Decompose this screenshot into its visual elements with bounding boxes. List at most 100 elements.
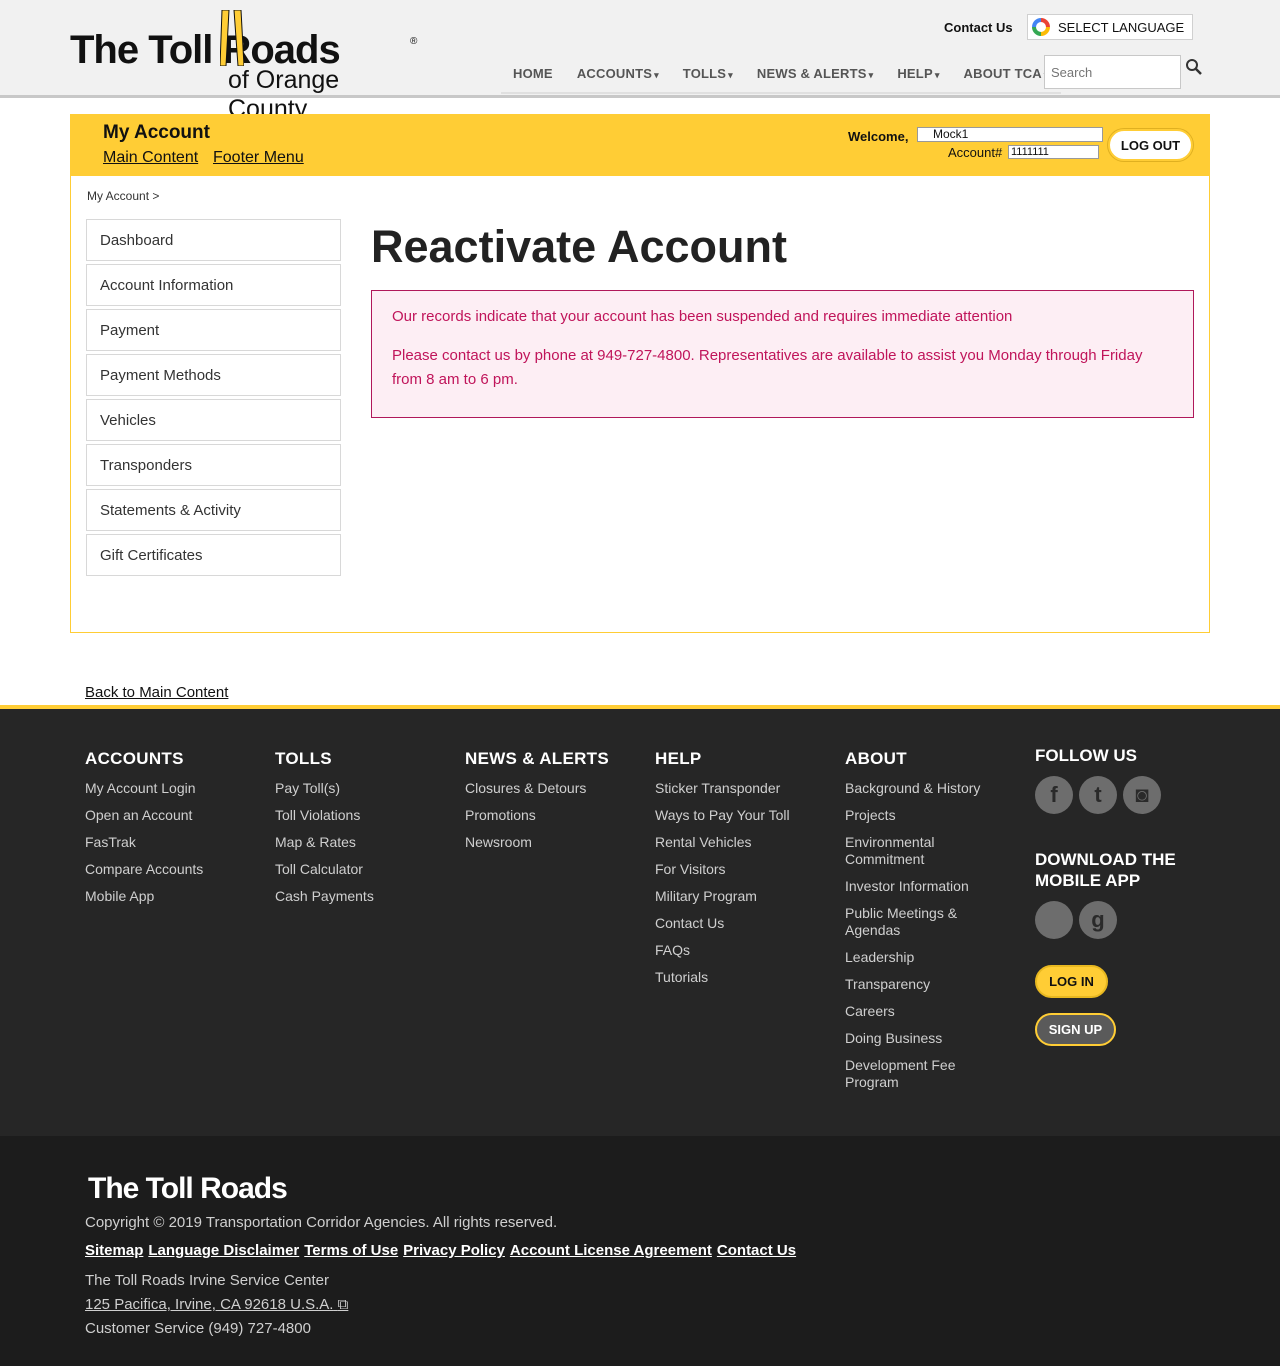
footer-link[interactable]: Military Program [655,888,825,905]
account-panel: My Account Main Content Footer Menu Welc… [70,114,1210,633]
footer-login-button[interactable]: LOG IN [1035,965,1108,998]
sidebar-item-statements-activity[interactable]: Statements & Activity [86,489,341,531]
footer-follow-section: FOLLOW US f t ◙ DOWNLOAD THE MOBILE APP … [1035,745,1235,1046]
footer-signup-button[interactable]: SIGN UP [1035,1013,1116,1046]
account-number-field: 1111111 [1008,145,1099,159]
sitemap-link[interactable]: Sitemap [85,1242,143,1259]
site-logo[interactable]: The Toll Roads ® of Orange County [70,10,420,123]
footer-link[interactable]: FasTrak [85,834,255,851]
nav-help[interactable]: HELP ▾ [885,58,951,92]
footer-link[interactable]: Projects [845,807,1005,824]
privacy-policy-link[interactable]: Privacy Policy [403,1242,505,1259]
back-to-main-content-link[interactable]: Back to Main Content [85,684,228,701]
footer-link[interactable]: Background & History [845,780,1005,797]
footer-link[interactable]: For Visitors [655,861,825,878]
facebook-icon[interactable]: f [1035,776,1073,814]
caret-down-icon: ▾ [728,70,733,80]
search-icon [1186,59,1202,75]
footer-link[interactable]: Closures & Detours [465,780,635,797]
twitter-icon[interactable]: t [1079,776,1117,814]
nav-accounts[interactable]: ACCOUNTS ▾ [565,58,671,92]
footer-link[interactable]: Contact Us [655,915,825,932]
instagram-icon[interactable]: ◙ [1123,776,1161,814]
footer-link[interactable]: Rental Vehicles [655,834,825,851]
footer-link[interactable]: Leadership [845,949,1005,966]
footer-link[interactable]: Doing Business [845,1030,1005,1047]
footer-link[interactable]: Sticker Transponder [655,780,825,797]
breadcrumb[interactable]: My Account > [87,189,159,203]
header-contact-link[interactable]: Contact Us [944,20,1013,35]
footer-link[interactable]: Toll Violations [275,807,445,824]
footer-logo[interactable]: The Toll Roads [88,1158,368,1205]
account-number-label: Account# [948,145,1003,160]
footer-link[interactable]: Open an Account [85,807,255,824]
footer-col-tolls: TOLLS Pay Toll(s) Toll Violations Map & … [275,749,445,915]
footer-link[interactable]: Environmental Commitment [845,834,1005,868]
account-sidebar: Dashboard Account Information Payment Pa… [86,219,341,579]
nav-news-alerts[interactable]: NEWS & ALERTS ▾ [745,58,885,92]
caret-down-icon: ▾ [934,70,940,80]
sidebar-item-payment-methods[interactable]: Payment Methods [86,354,341,396]
main-nav: HOME ACCOUNTS ▾ TOLLS ▾ NEWS & ALERTS ▾ HEL… [501,58,1061,94]
footer-link[interactable]: Cash Payments [275,888,445,905]
footer-link[interactable]: Newsroom [465,834,635,851]
footer-logo-brand: The Toll Roads [88,1172,288,1205]
footer-link[interactable]: Mobile App [85,888,255,905]
sidebar-item-account-information[interactable]: Account Information [86,264,341,306]
google-icon [1032,18,1050,36]
footer-link[interactable]: FAQs [655,942,825,959]
logo-road-stripes-icon [220,10,244,66]
service-center-address-link[interactable]: 125 Pacifica, Irvine, CA 92618 U.S.A. ⧉ [85,1296,348,1313]
search-input[interactable] [1044,55,1181,89]
footer-link[interactable]: Careers [845,1003,1005,1020]
footer-link[interactable]: Transparency [845,976,1005,993]
bottom-contact-us-link[interactable]: Contact Us [717,1242,796,1259]
footer-link[interactable]: Development Fee Program [845,1057,1005,1091]
sidebar-item-gift-certificates[interactable]: Gift Certificates [86,534,341,576]
apple-icon[interactable] [1035,901,1073,939]
account-license-agreement-link[interactable]: Account License Agreement [510,1242,712,1259]
terms-of-use-link[interactable]: Terms of Use [304,1242,398,1259]
external-map-icon: ⧉ [337,1296,349,1313]
sidebar-item-transponders[interactable]: Transponders [86,444,341,486]
footer-link[interactable]: Promotions [465,807,635,824]
footer-link[interactable]: Ways to Pay Your Toll [655,807,825,824]
sidebar-item-vehicles[interactable]: Vehicles [86,399,341,441]
account-bar: My Account Main Content Footer Menu Welc… [71,115,1209,176]
language-disclaimer-link[interactable]: Language Disclaimer [148,1242,299,1259]
footer-link[interactable]: Tutorials [655,969,825,986]
caret-down-icon: ▾ [868,70,874,80]
social-icons: f t ◙ [1035,776,1235,814]
footer-link[interactable]: Map & Rates [275,834,445,851]
footer-link[interactable]: My Account Login [85,780,255,797]
nav-home[interactable]: HOME [501,58,565,92]
follow-heading: FOLLOW US [1035,746,1137,765]
page-title: Reactivate Account [371,221,787,272]
customer-service-phone: Customer Service (949) 727-4800 [85,1320,311,1337]
sidebar-item-payment[interactable]: Payment [86,309,341,351]
footer-heading: HELP [655,749,702,768]
footer-link[interactable]: Investor Information [845,878,1005,895]
footer-col-help: HELP Sticker Transponder Ways to Pay You… [655,749,825,996]
site-header: The Toll Roads ® of Orange County Contac… [0,0,1280,123]
footer-link[interactable]: Compare Accounts [85,861,255,878]
welcome-label: Welcome, [848,129,909,144]
skip-footer-menu-link[interactable]: Footer Menu [213,149,304,167]
footer-link[interactable]: Pay Toll(s) [275,780,445,797]
search-button[interactable] [1183,58,1205,80]
suspension-alert: Our records indicate that your account h… [371,290,1194,418]
logout-button[interactable]: LOG OUT [1108,129,1193,161]
site-footer: ACCOUNTS My Account Login Open an Accoun… [0,705,1280,1136]
alert-message-2: Please contact us by phone at 949-727-48… [392,347,1143,388]
footer-col-news-alerts: NEWS & ALERTS Closures & Detours Promoti… [465,749,635,861]
registered-mark-icon: ® [410,36,418,47]
language-selector[interactable]: SELECT LANGUAGE [1027,14,1193,40]
footer-link[interactable]: Toll Calculator [275,861,445,878]
footer-link[interactable]: Public Meetings & Agendas [845,905,1005,939]
skip-main-content-link[interactable]: Main Content [103,149,198,167]
sidebar-item-dashboard[interactable]: Dashboard [86,219,341,261]
footer-heading: TOLLS [275,749,332,768]
footer-col-accounts: ACCOUNTS My Account Login Open an Accoun… [85,749,255,915]
nav-tolls[interactable]: TOLLS ▾ [671,58,745,92]
google-play-icon[interactable]: g [1079,901,1117,939]
